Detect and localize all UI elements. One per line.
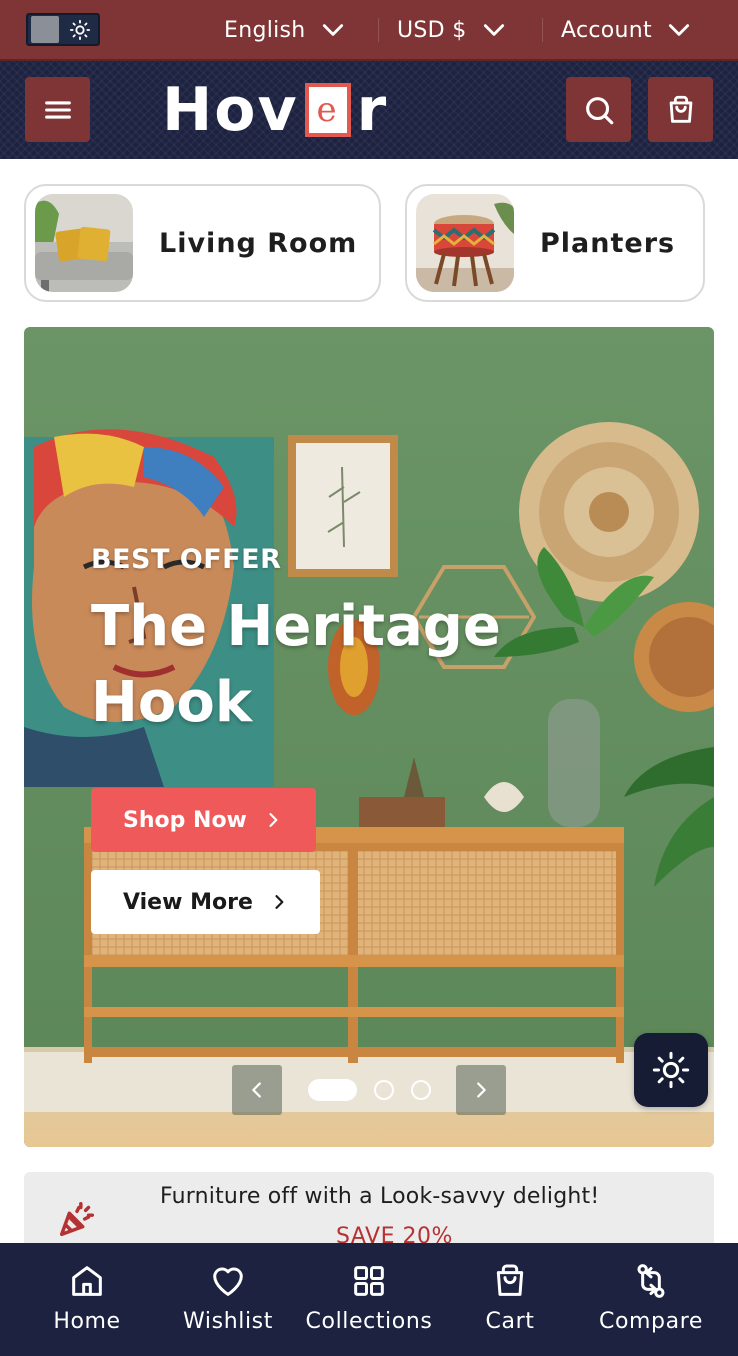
nav-wishlist[interactable]: Wishlist	[176, 1243, 280, 1356]
menu-icon	[44, 100, 71, 119]
chevron-down-icon	[668, 24, 690, 36]
currency-label: USD $	[397, 17, 467, 43]
category-card-living-room[interactable]: Living Room	[24, 184, 381, 302]
theme-toggle[interactable]	[26, 13, 100, 46]
chevron-down-icon	[483, 24, 504, 36]
chevron-right-icon	[275, 895, 284, 909]
nav-collections[interactable]: Collections	[300, 1243, 438, 1356]
account-selector[interactable]: Account	[561, 12, 692, 48]
nav-label: Compare	[599, 1309, 703, 1334]
hero-slider: BEST OFFER The Heritage Hook Shop Now Vi…	[24, 327, 714, 1147]
bag-icon	[669, 95, 692, 123]
logo-text-end: r	[356, 75, 389, 145]
promo-text: Furniture off with a Look-savvy delight!	[160, 1184, 600, 1209]
planters-thumbnail	[416, 194, 514, 292]
living-room-thumbnail	[35, 194, 133, 292]
slider-dot-active[interactable]	[308, 1079, 357, 1101]
bottom-navigation: Home Wishlist Collections Cart Compare	[0, 1243, 738, 1356]
compare-icon	[637, 1264, 665, 1298]
category-label: Living Room	[159, 227, 358, 259]
slider-dot[interactable]	[411, 1080, 431, 1100]
sun-icon	[652, 1051, 690, 1089]
nav-label: Cart	[485, 1309, 535, 1334]
language-selector[interactable]: English	[224, 12, 346, 48]
chevron-left-icon	[252, 1082, 261, 1098]
slider-dot[interactable]	[374, 1080, 394, 1100]
account-label: Account	[561, 17, 652, 43]
page: English USD $ Account Ho v e r Living Ro…	[0, 0, 738, 1356]
hero-kicker: BEST OFFER	[91, 544, 282, 575]
language-label: English	[224, 17, 306, 43]
currency-selector[interactable]: USD $	[397, 12, 507, 48]
party-popper-icon	[59, 1201, 95, 1237]
nav-cart[interactable]: Cart	[478, 1243, 542, 1356]
home-icon	[72, 1266, 102, 1296]
utility-bar: English USD $ Account	[0, 0, 738, 61]
search-button[interactable]	[566, 77, 631, 142]
slider-next-button[interactable]	[456, 1065, 506, 1115]
grid-icon	[354, 1266, 384, 1296]
logo-text-v: v	[257, 75, 299, 145]
category-label: Planters	[540, 227, 676, 259]
divider	[542, 18, 543, 42]
heart-icon	[213, 1267, 243, 1296]
sun-icon	[69, 19, 91, 40]
cart-button[interactable]	[648, 77, 713, 142]
slider-prev-button[interactable]	[232, 1065, 282, 1115]
logo-boxed-letter: e	[304, 83, 351, 137]
chevron-down-icon	[322, 24, 343, 36]
nav-label: Collections	[305, 1309, 433, 1334]
shop-now-button[interactable]: Shop Now	[91, 788, 316, 852]
hero-title: The Heritage Hook	[91, 594, 501, 735]
bag-icon	[496, 1264, 524, 1296]
nav-compare[interactable]: Compare	[594, 1243, 708, 1356]
view-more-label: View More	[123, 889, 253, 915]
nav-label: Home	[53, 1309, 121, 1334]
logo-text-start: Ho	[162, 75, 258, 145]
main-header: Ho v e r	[0, 61, 738, 159]
slider-pagination	[308, 1079, 431, 1101]
toggle-knob	[31, 16, 59, 43]
search-icon	[585, 96, 613, 124]
divider	[378, 18, 379, 42]
floating-theme-button[interactable]	[634, 1033, 708, 1107]
chevron-right-icon	[477, 1082, 486, 1098]
brand-logo[interactable]: Ho v e r	[162, 75, 388, 145]
shop-now-label: Shop Now	[123, 807, 247, 833]
nav-label: Wishlist	[183, 1309, 273, 1334]
chevron-right-icon	[269, 813, 278, 827]
view-more-button[interactable]: View More	[91, 870, 320, 934]
menu-button[interactable]	[25, 77, 90, 142]
nav-home[interactable]: Home	[48, 1243, 126, 1356]
category-card-planters[interactable]: Planters	[405, 184, 705, 302]
